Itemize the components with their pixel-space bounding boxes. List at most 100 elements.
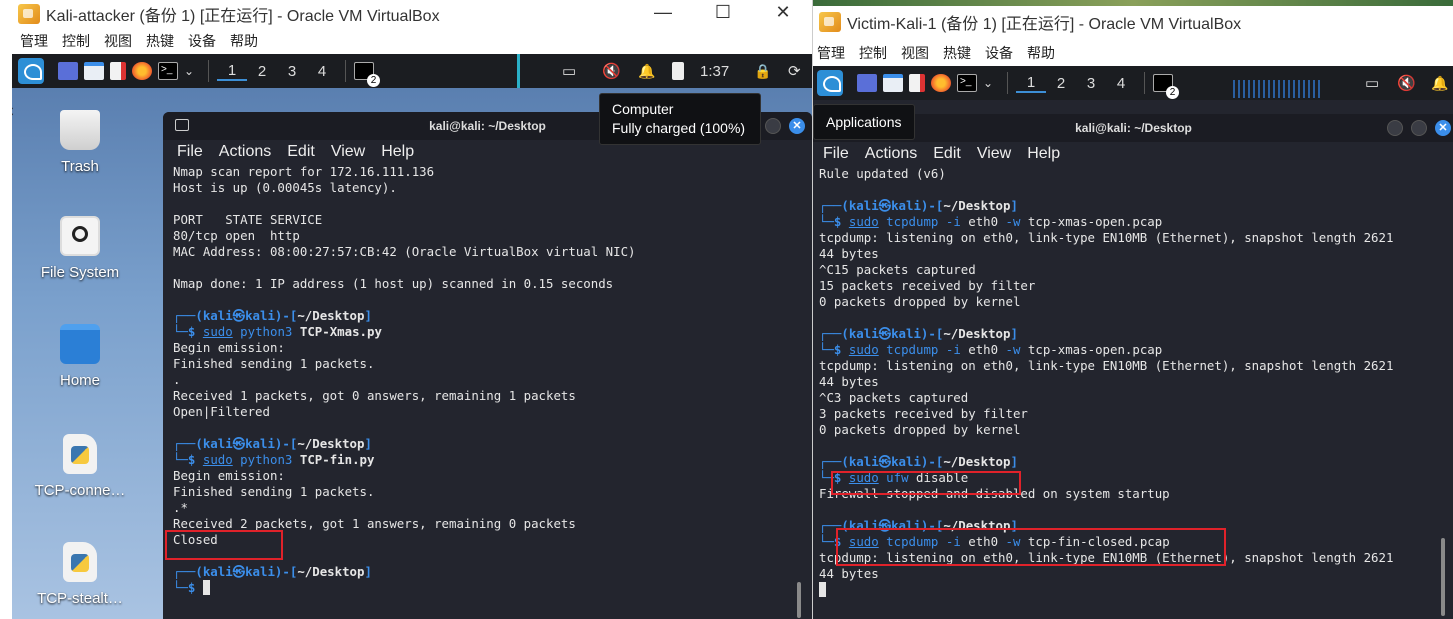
terminal-menu-actions[interactable]: Actions: [219, 143, 271, 161]
menu-item[interactable]: 控制: [859, 43, 887, 63]
text-editor-icon[interactable]: [909, 71, 925, 95]
tooltip-title: Computer: [612, 101, 674, 117]
background-strip: [813, 0, 1453, 6]
close-button[interactable]: ✕: [760, 0, 806, 24]
terminal-menu-view[interactable]: View: [331, 143, 365, 161]
vbox-menubar: 管理 控制 视图 热键 设备 帮助: [813, 42, 1453, 64]
panel-divider: [345, 60, 347, 82]
terminal-menu-edit[interactable]: Edit: [933, 145, 961, 163]
kali-menu-icon[interactable]: [18, 58, 44, 84]
menu-item[interactable]: 设备: [985, 43, 1013, 63]
workspace-1[interactable]: 1: [1016, 74, 1047, 93]
workspace-2[interactable]: 2: [247, 63, 277, 80]
terminal-menu-actions[interactable]: Actions: [865, 145, 917, 163]
firefox-icon[interactable]: [132, 59, 152, 83]
close-button[interactable]: ✕: [789, 118, 805, 134]
firefox-icon[interactable]: [931, 71, 951, 95]
terminal-menu-edit[interactable]: Edit: [287, 143, 315, 161]
tooltip-text: Applications: [826, 114, 902, 130]
menu-item[interactable]: 控制: [62, 31, 90, 51]
menu-item[interactable]: 管理: [20, 31, 48, 51]
scrollbar[interactable]: [797, 582, 801, 618]
close-button[interactable]: ✕: [1435, 120, 1451, 136]
desktop-edge-text: C: [12, 104, 14, 122]
battery-tooltip: Computer Fully charged (100%): [599, 93, 761, 145]
desktop-icon-label: TCP-stealt…: [37, 590, 123, 607]
kali-panel: >_ ⌄ 1 2 3 4 2 ▭ 🔇 🔔: [813, 66, 1453, 100]
vm-window-victim: Victim-Kali-1 (备份 1) [正在运行] - Oracle VM …: [812, 0, 1453, 619]
notification-bell-icon[interactable]: 🔔: [1431, 75, 1448, 92]
battery-icon[interactable]: [672, 62, 684, 80]
volume-muted-icon[interactable]: 🔇: [1397, 74, 1416, 92]
python-file-icon: [63, 434, 97, 474]
workspace-3[interactable]: 3: [277, 63, 307, 80]
desktop-icon-file-system[interactable]: File System: [30, 216, 130, 281]
terminal-icon[interactable]: >_: [158, 59, 178, 83]
window-titlebar[interactable]: Kali-attacker (备份 1) [正在运行] - Oracle VM …: [12, 0, 812, 28]
text-editor-icon[interactable]: [110, 59, 126, 83]
chevron-down-icon[interactable]: ⌄: [184, 59, 194, 83]
file-manager-icon[interactable]: [84, 59, 104, 83]
vbox-menubar: 管理 控制 视图 热键 设备 帮助: [12, 30, 812, 52]
display-icon[interactable]: ▭: [562, 62, 576, 80]
window-title: Kali-attacker (备份 1) [正在运行] - Oracle VM …: [46, 8, 440, 25]
minimize-button[interactable]: [1387, 120, 1403, 136]
terminal-task-icon[interactable]: 2: [354, 59, 381, 87]
show-desktop-icon[interactable]: [58, 59, 78, 83]
menu-item[interactable]: 设备: [188, 31, 216, 51]
menu-item[interactable]: 热键: [943, 43, 971, 63]
window-title: Victim-Kali-1 (备份 1) [正在运行] - Oracle VM …: [847, 16, 1242, 33]
power-icon[interactable]: ⟳: [788, 62, 801, 80]
maximize-button[interactable]: ☐: [700, 0, 746, 24]
home-folder-icon: [60, 324, 100, 364]
minimize-button[interactable]: [765, 118, 781, 134]
desktop-icon-label: File System: [40, 264, 120, 281]
terminal-task-icon[interactable]: 2: [1153, 71, 1180, 99]
window-titlebar[interactable]: Victim-Kali-1 (备份 1) [正在运行] - Oracle VM …: [813, 8, 1453, 36]
window-count-badge: 2: [367, 74, 381, 87]
show-desktop-icon[interactable]: [857, 71, 877, 95]
notification-bell-icon[interactable]: 🔔: [638, 63, 655, 80]
highlight-box: [831, 471, 1021, 495]
clock[interactable]: 1:37: [700, 63, 729, 80]
menu-item[interactable]: 管理: [817, 43, 845, 63]
kali-menu-icon[interactable]: [817, 70, 843, 96]
menu-item[interactable]: 视图: [104, 31, 132, 51]
vm-window-attacker: Kali-attacker (备份 1) [正在运行] - Oracle VM …: [12, 0, 812, 619]
menu-item[interactable]: 热键: [146, 31, 174, 51]
display-icon[interactable]: ▭: [1365, 74, 1379, 92]
vm-screen[interactable]: >_ ⌄ 1 2 3 4 2 ▭ 🔇 🔔 1:37 🔒 ⟳ C Trash: [12, 54, 812, 619]
menu-item[interactable]: 视图: [901, 43, 929, 63]
volume-muted-icon[interactable]: 🔇: [602, 62, 621, 80]
desktop-icon-home[interactable]: Home: [30, 324, 130, 389]
cpu-graph: [517, 54, 520, 88]
workspace-3[interactable]: 3: [1076, 75, 1106, 92]
desktop-icon-label: Home: [59, 372, 100, 389]
menu-item[interactable]: 帮助: [230, 31, 258, 51]
scrollbar[interactable]: [1441, 538, 1445, 616]
terminal-menu-file[interactable]: File: [177, 143, 203, 161]
file-manager-icon[interactable]: [883, 71, 903, 95]
workspace-4[interactable]: 4: [1106, 75, 1136, 92]
terminal-icon[interactable]: >_: [957, 71, 977, 95]
terminal-menu-help[interactable]: Help: [1027, 145, 1060, 163]
desktop-icon-tcp-connect[interactable]: TCP-conne…: [30, 434, 130, 499]
virtualbox-icon: [18, 4, 40, 24]
workspace-2[interactable]: 2: [1046, 75, 1076, 92]
workspace-1[interactable]: 1: [217, 62, 248, 81]
applications-tooltip: Applications: [813, 104, 915, 140]
maximize-button[interactable]: [1411, 120, 1427, 136]
workspace-4[interactable]: 4: [307, 63, 337, 80]
terminal-menu-view[interactable]: View: [977, 145, 1011, 163]
desktop-icon-trash[interactable]: Trash: [30, 110, 130, 175]
kali-panel: >_ ⌄ 1 2 3 4 2 ▭ 🔇 🔔 1:37 🔒 ⟳: [12, 54, 812, 88]
terminal-menu-file[interactable]: File: [823, 145, 849, 163]
terminal-menu-help[interactable]: Help: [381, 143, 414, 161]
chevron-down-icon[interactable]: ⌄: [983, 71, 993, 95]
highlight-box: [165, 530, 283, 560]
lock-icon[interactable]: 🔒: [754, 63, 771, 80]
desktop-icon-tcp-stealth[interactable]: TCP-stealt…: [30, 542, 130, 607]
vm-screen[interactable]: >_ ⌄ 1 2 3 4 2 ▭ 🔇 🔔 kali@kali: ~/Deskto…: [813, 66, 1453, 619]
minimize-button[interactable]: —: [640, 0, 686, 24]
menu-item[interactable]: 帮助: [1027, 43, 1055, 63]
